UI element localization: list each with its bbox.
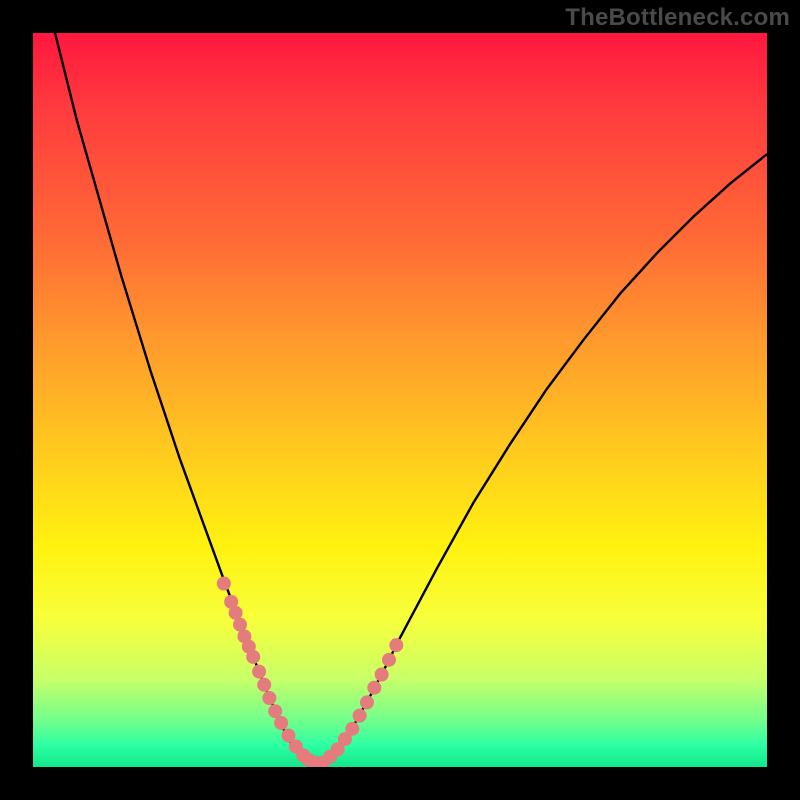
plot-area — [33, 33, 767, 767]
curve-marker — [217, 577, 231, 591]
curve-svg — [33, 33, 767, 767]
curve-marker — [274, 716, 288, 730]
curve-marker — [353, 709, 367, 723]
bottleneck-curve — [33, 33, 767, 763]
curve-marker — [389, 638, 403, 652]
curve-marker — [345, 722, 359, 736]
chart-frame: TheBottleneck.com — [0, 0, 800, 800]
curve-marker — [262, 691, 276, 705]
curve-markers — [217, 577, 403, 768]
curve-marker — [257, 678, 271, 692]
curve-marker — [375, 668, 389, 682]
curve-marker — [360, 695, 374, 709]
curve-marker — [252, 665, 266, 679]
curve-marker — [382, 653, 396, 667]
curve-marker — [367, 681, 381, 695]
watermark-text: TheBottleneck.com — [565, 4, 790, 32]
curve-marker — [246, 650, 260, 664]
